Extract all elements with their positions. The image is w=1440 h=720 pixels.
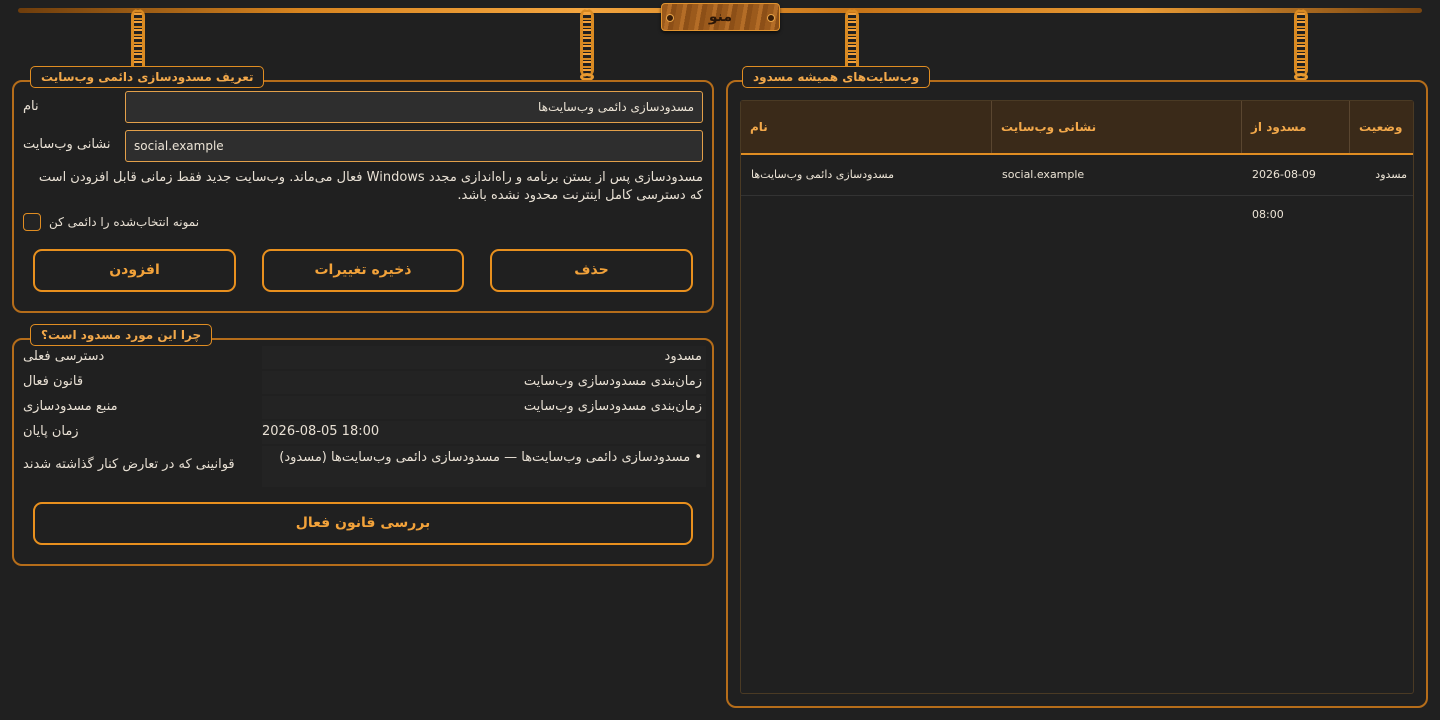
info-key: قوانینی که در تعارض کنار گذاشته شدند (23, 457, 235, 472)
add-button[interactable]: افزودن (33, 249, 236, 292)
info-value: مسدود (262, 346, 706, 369)
column-header-url[interactable]: نشانی وب‌سایت (992, 101, 1242, 153)
column-header-name[interactable]: نام (741, 101, 992, 153)
save-changes-button[interactable]: ذخیره تغییرات (262, 249, 464, 292)
nail-icon (666, 14, 674, 22)
column-header-blocked-since[interactable]: مسدود از (1242, 101, 1350, 153)
info-value: 2026-08-05 18:00 (262, 421, 706, 444)
name-input[interactable]: مسدودسازی دائمی وب‌سایت‌ها (125, 91, 703, 123)
chain-decoration (1294, 9, 1308, 81)
table-header: نام نشانی وب‌سایت مسدود از وضعیت (741, 101, 1413, 155)
blocked-websites-title: وب‌سایت‌های همیشه مسدود (742, 66, 931, 88)
delete-button[interactable]: حذف (490, 249, 693, 292)
blocked-websites-table: نام نشانی وب‌سایت مسدود از وضعیت مسدودسا… (740, 100, 1414, 694)
info-value: • مسدودسازی دائمی وب‌سایت‌ها — مسدودسازی… (262, 446, 706, 487)
cell-status: مسدود (1375, 168, 1407, 181)
info-key: زمان پایان (23, 424, 79, 439)
check-active-rule-button[interactable]: بررسی قانون فعال (33, 502, 693, 545)
info-value: زمان‌بندی مسدودسازی وب‌سایت (262, 396, 706, 419)
info-row: دسترسی فعلی مسدود (16, 346, 706, 370)
info-row: قوانینی که در تعارض کنار گذاشته شدند • م… (16, 446, 706, 488)
cell-blocked-since: 2026-08-09 08:00 (1252, 168, 1316, 221)
name-label: نام (23, 99, 39, 114)
nail-icon (767, 14, 775, 22)
chain-decoration (580, 9, 594, 81)
definition-panel-title: تعریف مسدودسازی دائمی وب‌سایت (30, 66, 265, 88)
info-row: قانون فعال زمان‌بندی مسدودسازی وب‌سایت (16, 371, 706, 395)
cell-url: social.example (1002, 168, 1085, 181)
persistence-note: مسدودسازی پس از بستن برنامه و راه‌اندازی… (38, 170, 703, 203)
column-header-status[interactable]: وضعیت (1350, 101, 1413, 153)
info-key: دسترسی فعلی (23, 349, 105, 364)
why-blocked-title: چرا این مورد مسدود است؟ (30, 324, 213, 346)
menu-button[interactable]: منو (661, 3, 780, 31)
make-permanent-label: نمونه انتخاب‌شده را دائمی کن (49, 215, 200, 229)
make-permanent-checkbox[interactable] (23, 213, 41, 231)
table-row[interactable]: مسدودسازی دائمی وب‌سایت‌ها social.exampl… (741, 155, 1413, 221)
url-label: نشانی وب‌سایت (23, 137, 111, 152)
url-input[interactable]: social.example (125, 130, 703, 162)
menu-label: منو (708, 9, 733, 25)
cell-name: مسدودسازی دائمی وب‌سایت‌ها (751, 168, 894, 181)
info-key: منبع مسدودسازی (23, 399, 118, 414)
info-key: قانون فعال (23, 374, 84, 389)
info-row: زمان پایان 2026-08-05 18:00 (16, 421, 706, 445)
info-row: منبع مسدودسازی زمان‌بندی مسدودسازی وب‌سا… (16, 396, 706, 420)
info-value: زمان‌بندی مسدودسازی وب‌سایت (262, 371, 706, 394)
